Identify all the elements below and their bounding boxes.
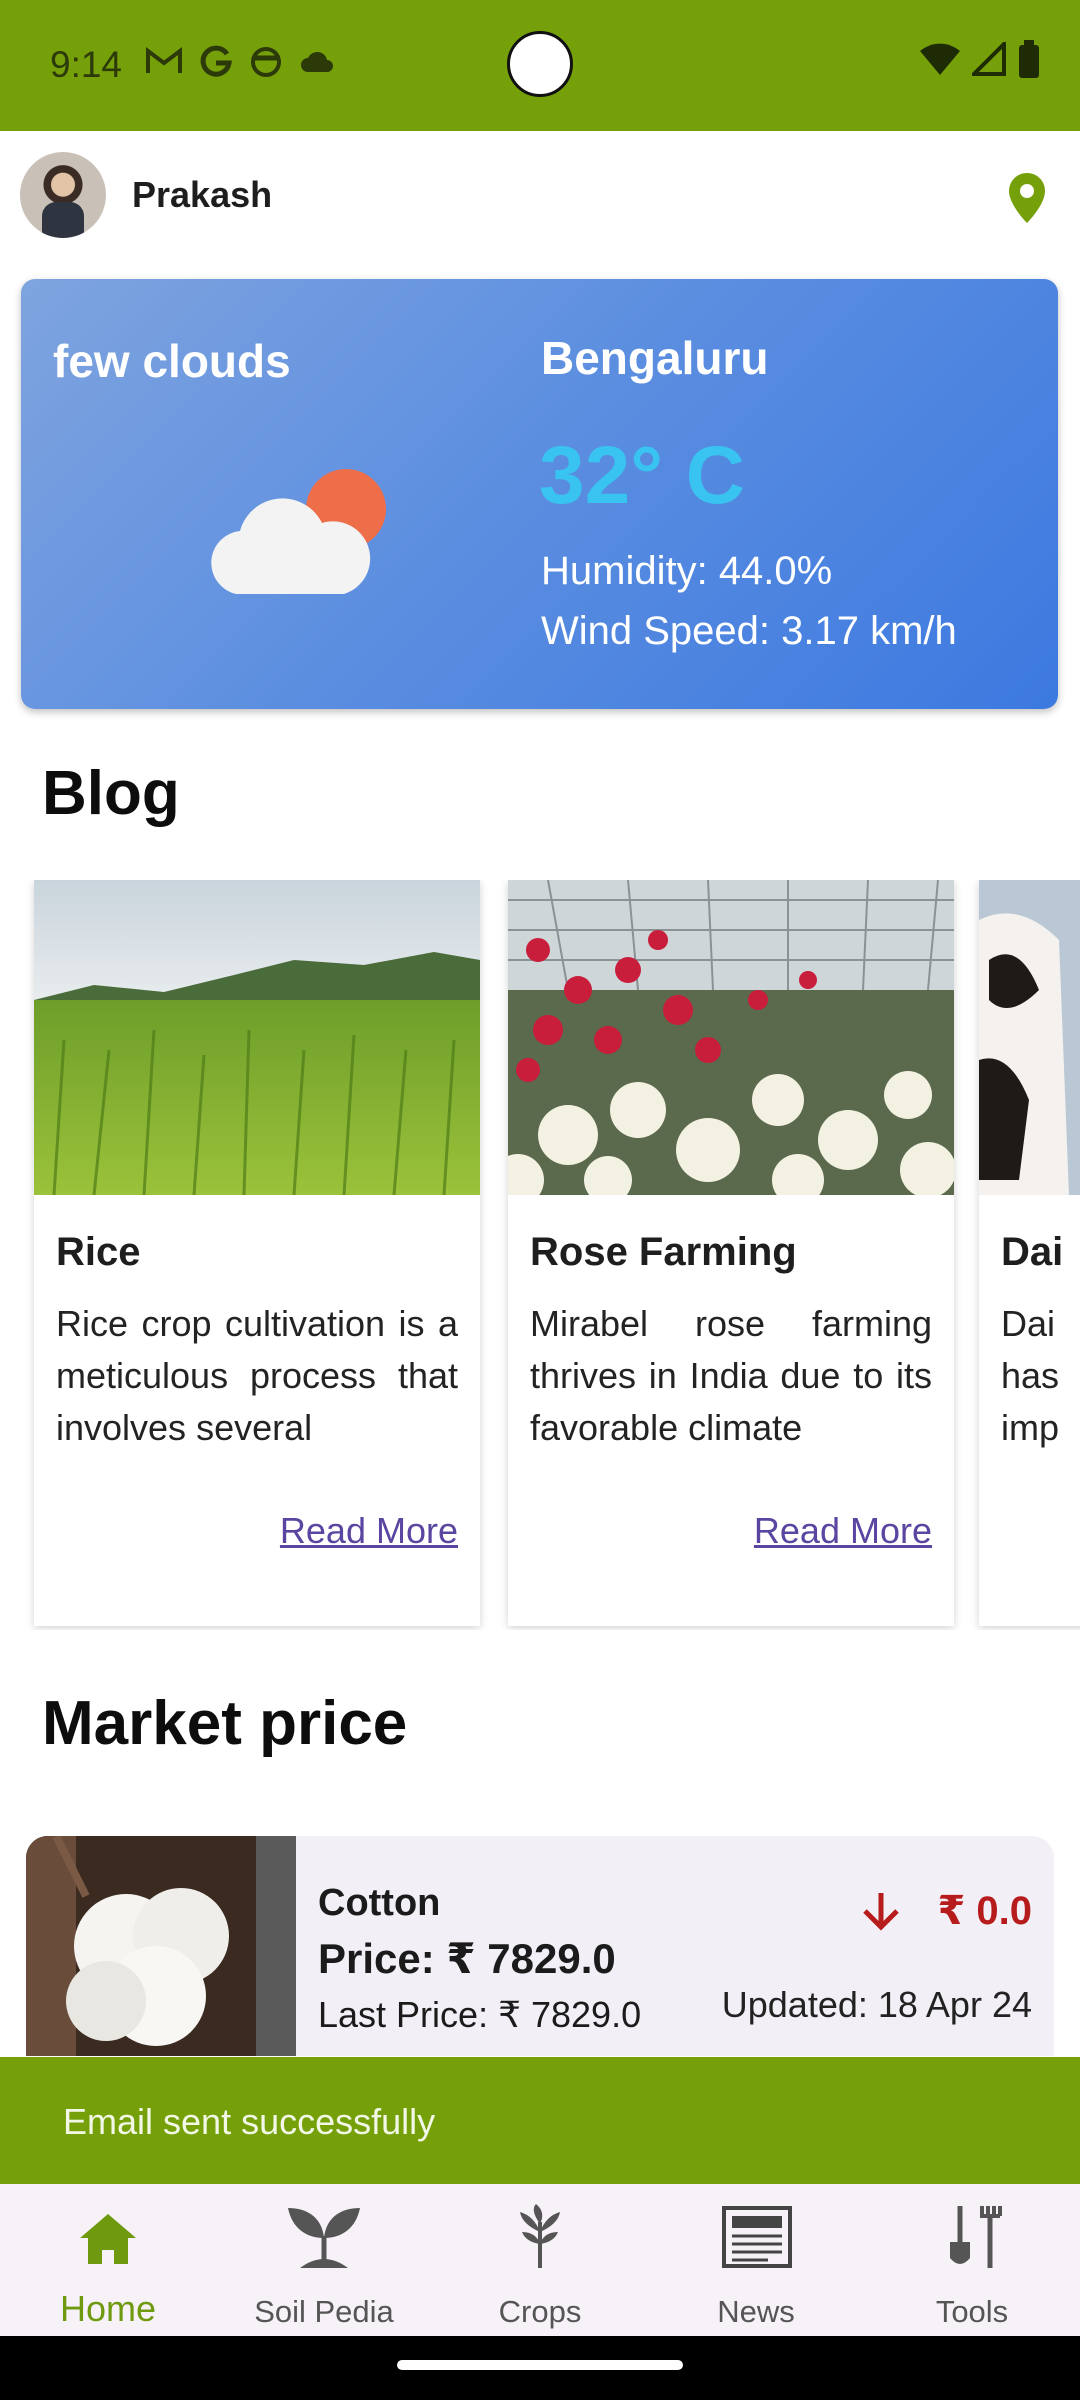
read-more-link[interactable]: Read More (754, 1510, 932, 1552)
plant-icon (520, 2204, 560, 2268)
current-price: Price: ₹ 7829.0 (318, 1935, 616, 1982)
nav-label: Crops (498, 2294, 582, 2329)
weather-temperature: 32° C (539, 430, 746, 521)
price-change: ₹ 0.0 (859, 1888, 1032, 1934)
user-name: Prakash (132, 174, 273, 215)
market-section-title: Market price (42, 1689, 408, 1758)
blog-card-title: Rose Farming (530, 1230, 797, 1274)
market-price-card[interactable]: Cotton Price: ₹ 7829.0 Last Price: ₹ 782… (26, 1836, 1054, 2056)
blog-card-rice[interactable]: Rice Rice crop cultivation is a meticulo… (34, 880, 480, 1626)
home-icon (80, 2214, 136, 2264)
weather-card[interactable]: few clouds Bengaluru 32° C Humidity: 44.… (21, 279, 1058, 709)
tools-icon (950, 2206, 1002, 2268)
weather-city: Bengaluru (541, 332, 769, 384)
rice-field-image (34, 880, 480, 1195)
snackbar: Email sent successfully (0, 2057, 1080, 2184)
snackbar-message: Email sent successfully (63, 2101, 436, 2142)
nav-label: Home (59, 2288, 157, 2329)
system-icons (920, 40, 1040, 78)
cow-image (979, 880, 1080, 1195)
notification-icons (145, 44, 335, 78)
updated-date: Updated: 18 Apr 24 (721, 1984, 1032, 2025)
blog-card-title: Dai (1001, 1230, 1064, 1274)
nav-label: News (717, 2294, 795, 2329)
bottom-navigation: Home Soil Pedia Crops News Tools (0, 2184, 1080, 2336)
weather-humidity: Humidity: 44.0% (541, 549, 833, 593)
google-icon (200, 45, 232, 77)
face-icon (251, 47, 281, 77)
home-gesture-handle[interactable] (397, 2360, 683, 2370)
read-more-link[interactable]: Read More (280, 1510, 458, 1552)
wifi-icon (920, 43, 960, 75)
blog-section-title: Blog (42, 759, 180, 828)
blog-card-excerpt: Rice crop cultivation is a meticulous pr… (56, 1303, 458, 1448)
avatar[interactable] (20, 152, 106, 238)
gmail-icon (146, 47, 182, 73)
location-pin-icon[interactable] (1004, 171, 1050, 225)
newspaper-icon (722, 2206, 792, 2268)
blog-card-rose-farming[interactable]: Rose Farming Mirabel rose farming thrive… (508, 880, 954, 1626)
battery-icon (1019, 40, 1039, 78)
crop-name: Cotton (318, 1882, 441, 1924)
status-bar: 9:14 (0, 0, 1080, 131)
partly-cloudy-icon (211, 469, 386, 594)
nav-label: Soil Pedia (254, 2294, 394, 2329)
blog-card-dairy[interactable]: Dai Dai has imp (979, 880, 1080, 1626)
camera-cutout (507, 31, 573, 97)
weather-wind-speed: Wind Speed: 3.17 km/h (541, 609, 957, 653)
blog-carousel[interactable]: Rice Rice crop cultivation is a meticulo… (0, 880, 1080, 1630)
app-header: Prakash (0, 131, 1080, 266)
arrow-down-icon (863, 1893, 900, 1931)
blog-card-excerpt: Mirabel rose farming thrives in India du… (530, 1303, 932, 1448)
nav-item-soil-pedia[interactable]: Soil Pedia (216, 2184, 432, 2336)
sprout-icon (288, 2208, 360, 2268)
nav-item-crops[interactable]: Crops (432, 2184, 648, 2336)
gesture-navigation-area (0, 2336, 1080, 2400)
rose-greenhouse-image (508, 880, 954, 1195)
nav-label: Tools (935, 2294, 1009, 2329)
signal-icon (972, 42, 1006, 76)
nav-item-news[interactable]: News (648, 2184, 864, 2336)
nav-item-tools[interactable]: Tools (864, 2184, 1080, 2336)
cloud-icon (301, 51, 333, 72)
blog-card-excerpt: Dai has imp (1001, 1303, 1060, 1448)
weather-description: few clouds (53, 335, 291, 387)
last-price: Last Price: ₹ 7829.0 (318, 1994, 642, 2035)
status-time: 9:14 (50, 44, 123, 85)
cotton-image (26, 1836, 296, 2056)
blog-card-title: Rice (56, 1230, 141, 1274)
nav-item-home[interactable]: Home (0, 2184, 216, 2336)
price-change-value: ₹ 0.0 (937, 1889, 1032, 1933)
